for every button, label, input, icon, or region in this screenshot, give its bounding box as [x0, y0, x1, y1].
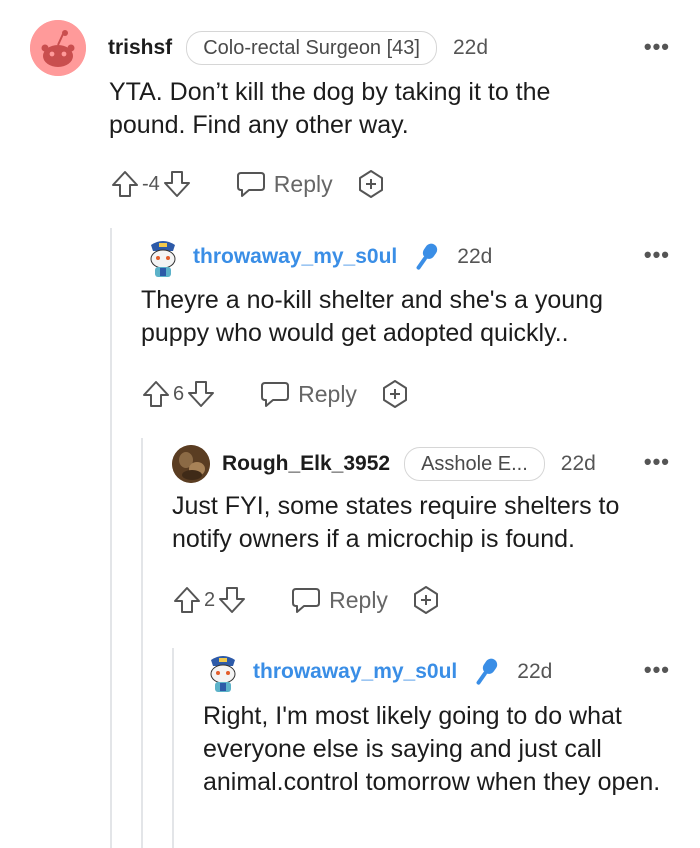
snoo-avatar[interactable]	[30, 20, 86, 76]
more-options-button[interactable]: •••	[644, 34, 670, 60]
upvote-icon[interactable]	[172, 585, 202, 615]
reply-label: Reply	[329, 586, 388, 613]
vote-score: 2	[204, 588, 216, 611]
more-options-button[interactable]: •••	[644, 242, 670, 268]
police-snoo-avatar[interactable]	[203, 650, 243, 694]
author-name[interactable]: trishsf	[108, 36, 172, 60]
vote-score: -4	[142, 172, 160, 195]
reply-icon	[261, 382, 290, 407]
upvote-icon[interactable]	[141, 379, 171, 409]
author-name[interactable]: throwaway_my_s0ul	[193, 245, 397, 269]
microphone-icon	[411, 240, 441, 274]
comment-body: Theyre a no-kill shelter and she's a you…	[141, 286, 603, 347]
comment-header: Rough_Elk_3952 Asshole E... 22d •••	[172, 440, 670, 488]
more-options-button[interactable]: •••	[644, 449, 670, 475]
downvote-icon[interactable]	[186, 379, 216, 409]
upvote-icon[interactable]	[110, 169, 140, 199]
author-name[interactable]: Rough_Elk_3952	[222, 452, 390, 476]
comment-body: YTA. Don’t kill the dog by taking it to …	[109, 78, 551, 139]
microphone-icon	[471, 655, 501, 689]
comment-actions: 6 Reply	[141, 374, 670, 414]
comment: trishsf Colo-rectal Surgeon [43] 22d •••…	[30, 20, 670, 204]
reply-label: Reply	[273, 170, 333, 197]
comment-age: 22d	[517, 660, 553, 683]
vote-score: 6	[173, 382, 185, 405]
author-name[interactable]: throwaway_my_s0ul	[253, 660, 457, 684]
reply-button[interactable]: Reply	[260, 380, 357, 408]
comment: throwaway_my_s0ul 22d ••• Theyre a no-ki…	[141, 232, 670, 414]
downvote-icon[interactable]	[217, 585, 247, 615]
reply-button[interactable]: Reply	[291, 586, 388, 614]
thread-line[interactable]	[172, 648, 174, 848]
reply-button[interactable]: Reply	[236, 170, 333, 198]
thread-line[interactable]	[141, 438, 143, 848]
comment-actions: 2 Reply	[172, 580, 670, 620]
reply-label: Reply	[298, 380, 357, 407]
comment-header: throwaway_my_s0ul 22d •••	[141, 232, 670, 282]
comment: throwaway_my_s0ul 22d ••• Right, I'm mos…	[203, 648, 670, 799]
reply-icon	[236, 172, 265, 197]
award-icon[interactable]	[379, 378, 411, 410]
user-flair: Colo-rectal Surgeon [43]	[186, 31, 437, 65]
award-icon[interactable]	[355, 168, 387, 200]
award-icon[interactable]	[410, 584, 442, 616]
photo-avatar[interactable]	[172, 445, 210, 483]
comment-header: throwaway_my_s0ul 22d •••	[203, 648, 670, 696]
downvote-icon[interactable]	[162, 169, 192, 199]
comment-age: 22d	[457, 245, 493, 268]
police-snoo-avatar[interactable]	[141, 235, 185, 279]
user-flair: Asshole E...	[404, 447, 545, 481]
reply-icon	[292, 588, 321, 613]
comment-body: Just FYI, some states require shelters t…	[172, 492, 620, 553]
comment-actions: -4 Reply	[110, 164, 670, 204]
comment: Rough_Elk_3952 Asshole E... 22d ••• Just…	[172, 440, 670, 620]
comment-header: trishsf Colo-rectal Surgeon [43] 22d •••	[30, 20, 670, 76]
comment-body: Right, I'm most likely going to do what …	[203, 702, 661, 796]
comment-age: 22d	[560, 452, 596, 475]
more-options-button[interactable]: •••	[644, 657, 670, 683]
comment-age: 22d	[452, 36, 489, 59]
thread-line[interactable]	[110, 228, 112, 848]
